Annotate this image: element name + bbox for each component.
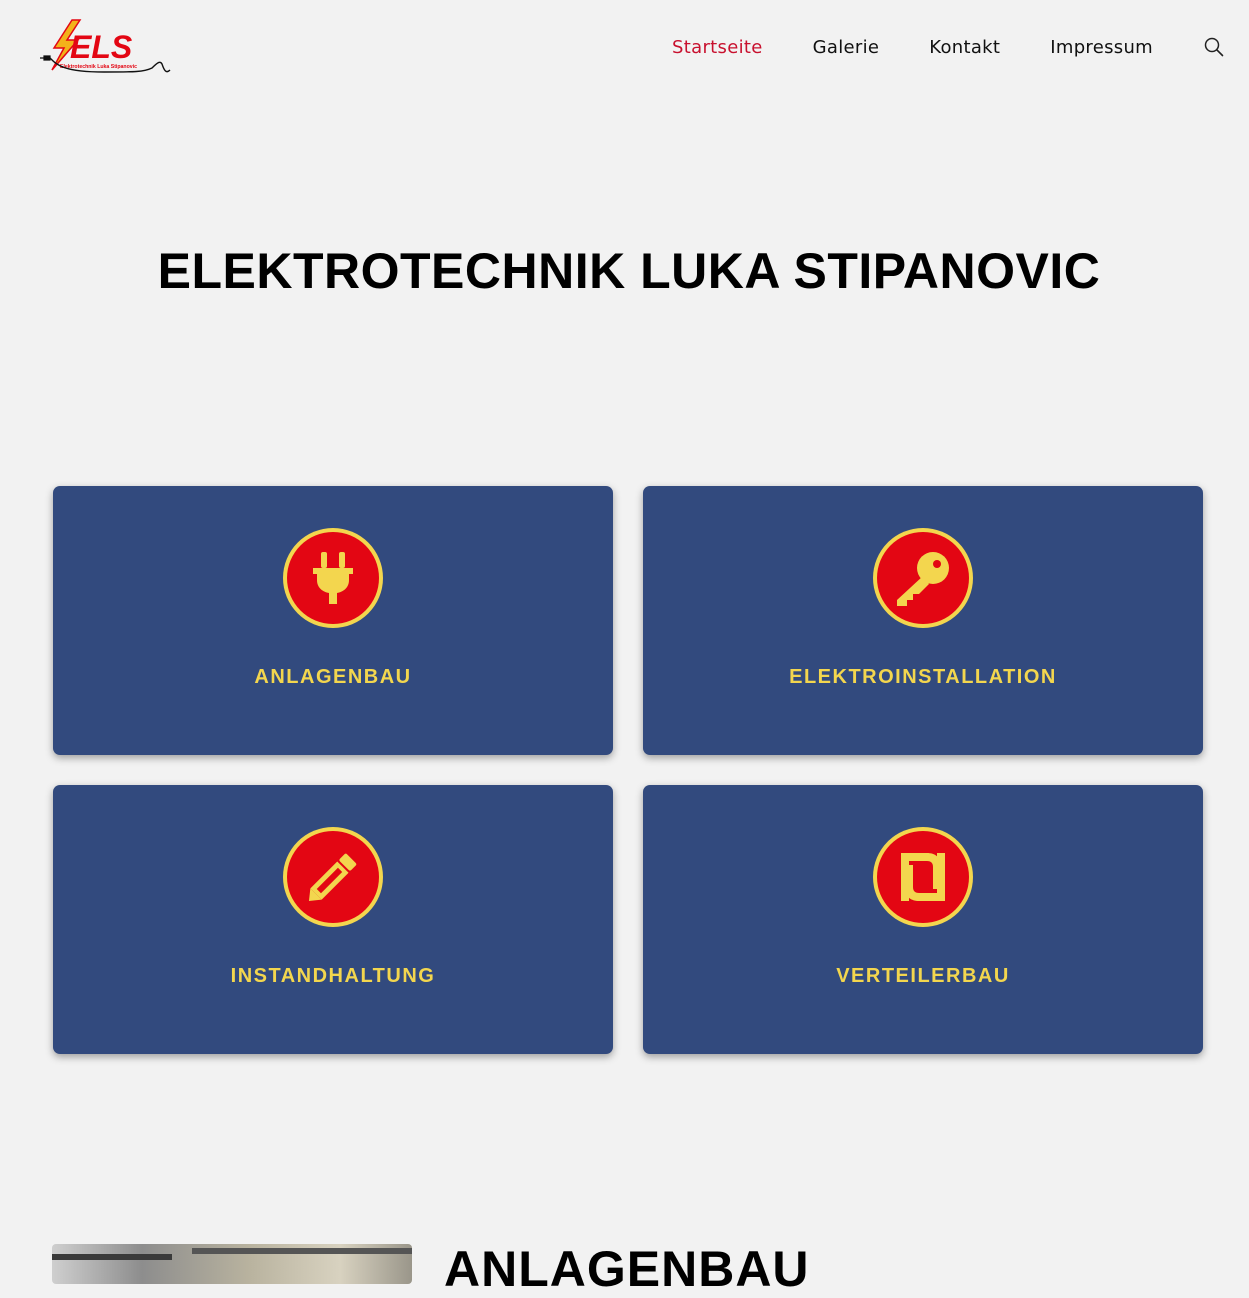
- page-title: ELEKTROTECHNIK LUKA STIPANOVIC: [157, 243, 1101, 299]
- service-card-label: INSTANDHALTUNG: [230, 965, 436, 987]
- plug-icon: [281, 526, 385, 630]
- service-card-label: VERTEILERBAU: [836, 965, 1010, 987]
- main-nav: Startseite Galerie Kontakt Impressum: [672, 36, 1225, 58]
- service-card-elektroinstallation[interactable]: ELEKTROINSTALLATION: [643, 486, 1203, 755]
- svg-text:ELS: ELS: [70, 29, 133, 65]
- els-logo-icon: ELS Elektrotechnik Luka Stipanovic: [40, 19, 171, 73]
- section-image: [52, 1244, 412, 1284]
- site-logo[interactable]: ELS Elektrotechnik Luka Stipanovic: [34, 18, 174, 78]
- key-icon: [871, 526, 975, 630]
- service-card-verteilerbau[interactable]: VERTEILERBAU: [643, 785, 1203, 1054]
- pencil-icon: [281, 825, 385, 929]
- nav-item-galerie[interactable]: Galerie: [813, 37, 880, 58]
- nav-item-startseite[interactable]: Startseite: [672, 37, 763, 58]
- service-card-instandhaltung[interactable]: INSTANDHALTUNG: [53, 785, 613, 1054]
- service-card-label: ANLAGENBAU: [254, 666, 412, 688]
- site-header: ELS Elektrotechnik Luka Stipanovic Start…: [0, 0, 1249, 100]
- service-card-label: ELEKTROINSTALLATION: [789, 666, 1057, 688]
- section-heading: ANLAGENBAU: [444, 1241, 810, 1297]
- nav-item-impressum[interactable]: Impressum: [1050, 37, 1153, 58]
- service-card-anlagenbau[interactable]: ANLAGENBAU: [53, 486, 613, 755]
- nav-item-kontakt[interactable]: Kontakt: [929, 37, 1000, 58]
- shekel-icon: [871, 825, 975, 929]
- search-icon[interactable]: [1203, 36, 1225, 58]
